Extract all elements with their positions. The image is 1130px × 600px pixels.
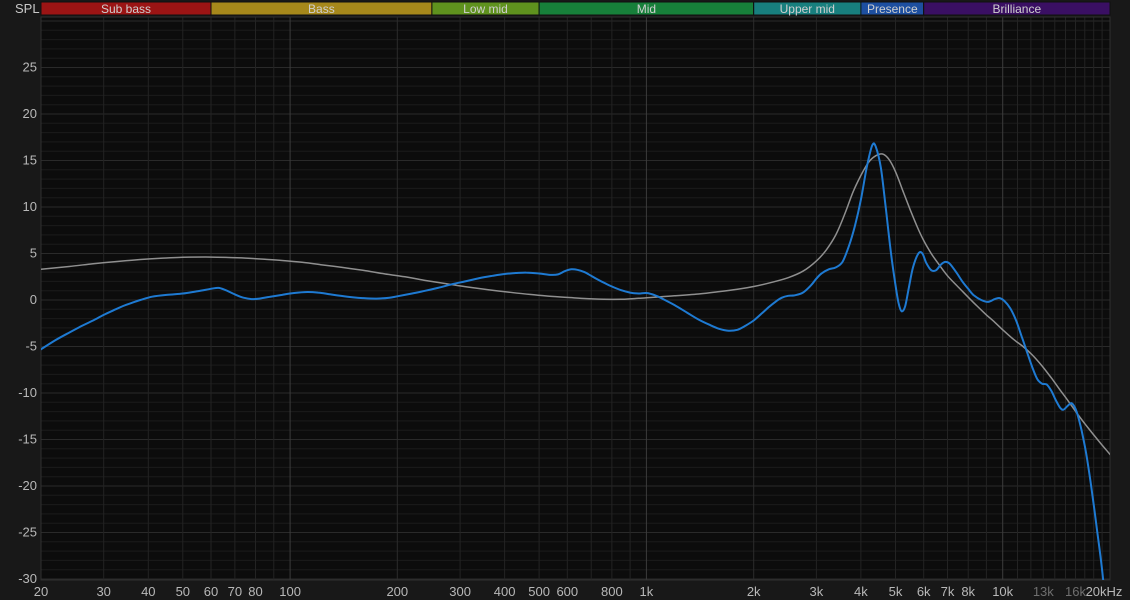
y-tick-label: 25 — [23, 60, 37, 75]
x-tick-label: 16k — [1065, 584, 1086, 599]
band-label: Bass — [308, 2, 335, 16]
y-tick-label: 20 — [23, 106, 37, 121]
x-tick-label: 3k — [810, 584, 824, 599]
x-tick-label: 50 — [176, 584, 190, 599]
band-label: Low mid — [463, 2, 508, 16]
x-tick-label: 300 — [449, 584, 471, 599]
x-tick-label: 7k — [941, 584, 955, 599]
frequency-response-chart: SPL Sub bass Bass Low mid Mid Upper mid Prese… — [0, 0, 1130, 600]
x-tick-label: 200 — [386, 584, 408, 599]
x-tick-label: 6k — [917, 584, 931, 599]
y-tick-label: 10 — [23, 199, 37, 214]
band-label: Mid — [637, 2, 656, 16]
y-tick-label: 15 — [23, 153, 37, 168]
x-tick-label: 30 — [96, 584, 110, 599]
x-tick-label: 13k — [1033, 584, 1054, 599]
x-tick-label: 400 — [494, 584, 516, 599]
spl-axis-label: SPL — [15, 1, 40, 16]
y-tick-label: 5 — [30, 246, 37, 261]
band-label: Sub bass — [101, 2, 151, 16]
x-tick-label: 800 — [601, 584, 623, 599]
y-tick-label: 0 — [30, 292, 37, 307]
y-tick-label: -25 — [18, 525, 37, 540]
x-tick-label: 80 — [248, 584, 262, 599]
band-label: Presence — [867, 2, 918, 16]
y-tick-label: -10 — [18, 385, 37, 400]
x-tick-label: 20kHz — [1086, 584, 1123, 599]
band-label: Upper mid — [780, 2, 835, 16]
x-tick-label: 600 — [556, 584, 578, 599]
spl-chart: Sub bass Bass Low mid Mid Upper mid Presence B… — [18, 1, 1123, 599]
x-tick-label: 100 — [279, 584, 301, 599]
y-tick-label: -15 — [18, 432, 37, 447]
x-tick-label: 4k — [854, 584, 868, 599]
x-tick-label: 500 — [528, 584, 550, 599]
x-tick-label: 1k — [640, 584, 654, 599]
x-tick-label: 2k — [747, 584, 761, 599]
x-tick-label: 20 — [34, 584, 48, 599]
x-tick-label: 10k — [992, 584, 1013, 599]
y-tick-label: -20 — [18, 478, 37, 493]
y-tick-label: -5 — [25, 339, 37, 354]
x-tick-label: 5k — [889, 584, 903, 599]
band-label: Brilliance — [992, 2, 1041, 16]
x-tick-label: 8k — [961, 584, 975, 599]
x-tick-label: 60 — [204, 584, 218, 599]
x-tick-label: 70 — [228, 584, 242, 599]
x-tick-label: 40 — [141, 584, 155, 599]
